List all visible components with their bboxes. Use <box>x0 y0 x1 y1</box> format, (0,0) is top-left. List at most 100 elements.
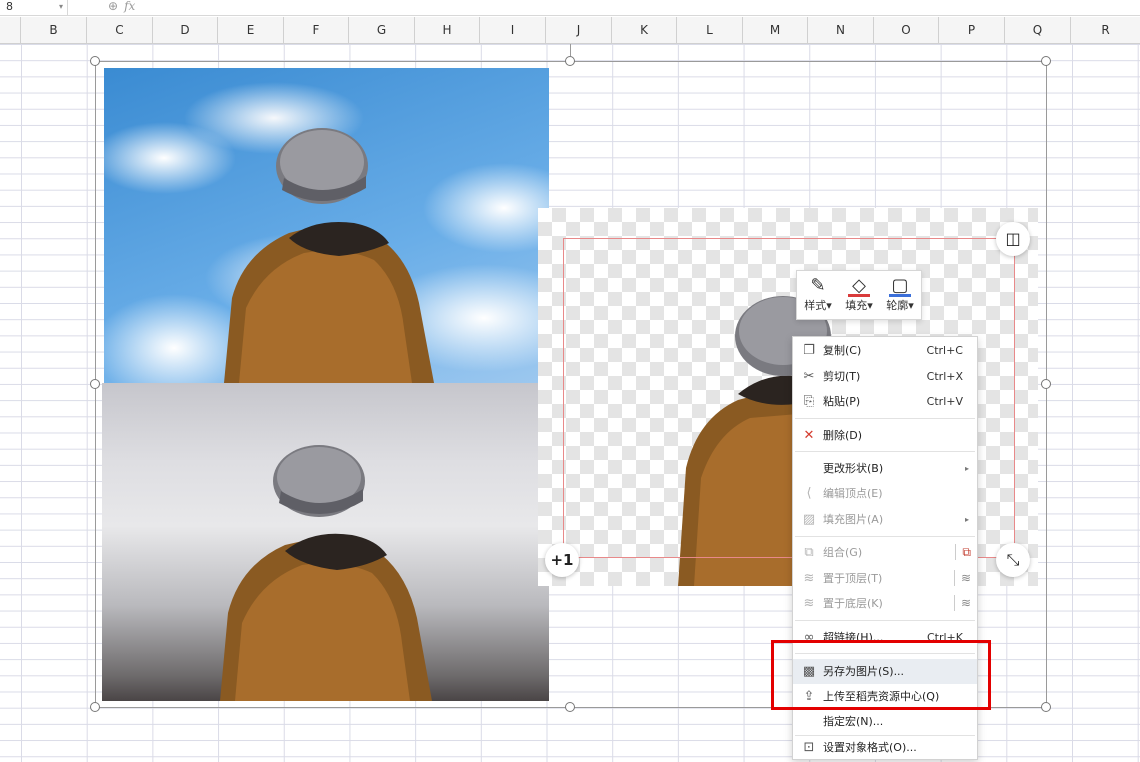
column-header-b[interactable]: B <box>21 17 87 44</box>
resize-handle-mr[interactable] <box>1041 379 1051 389</box>
fog-photo[interactable] <box>102 383 549 701</box>
name-box-value: 8 <box>6 0 13 13</box>
red-highlight-box <box>771 640 991 710</box>
menu-item-send-back[interactable]: ≋ 置于底层(K) ≋ <box>793 591 977 616</box>
menu-item-group[interactable]: ⧉ 组合(G) ⧉ <box>793 540 977 565</box>
column-header-h[interactable]: H <box>415 17 480 44</box>
column-header-g[interactable]: G <box>349 17 415 44</box>
menu-item-delete-label: 删除(D) <box>823 429 863 442</box>
menu-item-send-back-label: 置于底层(K) <box>823 597 883 610</box>
brush-icon: ✎ <box>810 275 826 296</box>
resize-handle-tc[interactable] <box>565 56 575 66</box>
plus-one-button[interactable]: +1 <box>545 543 579 577</box>
scissors-icon: ✂ <box>803 369 815 384</box>
column-header-o[interactable]: O <box>874 17 939 44</box>
name-box[interactable]: 8 ▾ <box>0 0 68 15</box>
fill-button[interactable]: ◇ 填充▾ <box>840 273 878 319</box>
send-back-icon: ≋ <box>803 596 815 611</box>
fill-label: 填充 <box>845 299 868 312</box>
resize-handle-ml[interactable] <box>90 379 100 389</box>
send-backward-icon[interactable]: ≋ <box>953 595 971 611</box>
column-header-c[interactable]: C <box>87 17 153 44</box>
menu-item-paste-shortcut: Ctrl+V <box>926 395 963 408</box>
menu-item-fill-picture[interactable]: ▨ 填充图片(A) ▸ <box>793 507 977 532</box>
bring-front-icon: ≋ <box>803 571 815 586</box>
menu-item-cut-label: 剪切(T) <box>823 370 861 383</box>
column-header: B C D E F G H I J K L M N O P Q R <box>0 17 1140 44</box>
menu-separator <box>795 418 975 419</box>
column-header-q[interactable]: Q <box>1005 17 1071 44</box>
resize-handle-bl[interactable] <box>90 702 100 712</box>
outline-icon: ▢ <box>889 273 911 297</box>
person-figure-fog <box>220 445 432 701</box>
menu-item-cut[interactable]: ✂ 剪切(T) Ctrl+X <box>793 364 977 389</box>
menu-item-copy-label: 复制(C) <box>823 344 862 357</box>
resize-handle-tr[interactable] <box>1041 56 1051 66</box>
menu-item-copy-shortcut: Ctrl+C <box>926 344 963 357</box>
chevron-down-icon[interactable]: ▾ <box>59 0 63 14</box>
resize-handle-tl[interactable] <box>90 56 100 66</box>
delete-icon: ✕ <box>803 428 815 443</box>
menu-item-paste-label: 粘贴(P) <box>823 395 861 408</box>
menu-separator <box>795 451 975 452</box>
menu-separator <box>795 536 975 537</box>
menu-item-bring-front-label: 置于顶层(T) <box>823 572 883 585</box>
copy-icon: ❐ <box>803 343 815 358</box>
fx-label[interactable]: fx <box>124 0 135 13</box>
chevron-right-icon: ▸ <box>964 515 969 524</box>
ungroup-icon[interactable]: ⧉ <box>955 544 971 560</box>
outline-button[interactable]: ▢ 轮廓▾ <box>881 273 919 319</box>
menu-item-format-object-label: 设置对象格式(O)... <box>823 741 917 754</box>
bring-forward-icon[interactable]: ≋ <box>953 570 971 586</box>
person-figure-sky <box>224 128 434 383</box>
format-object-icon: ⊡ <box>803 740 815 755</box>
menu-item-fill-picture-label: 填充图片(A) <box>823 513 884 526</box>
rotate-stem <box>570 44 571 56</box>
menu-item-format-object[interactable]: ⊡ 设置对象格式(O)... <box>793 735 977 760</box>
spreadsheet-window: 8 ▾ ⊕ fx B C D E F G H I J K L M N O P Q … <box>0 0 1140 762</box>
menu-item-delete[interactable]: ✕ 删除(D) <box>793 423 977 448</box>
style-button[interactable]: ✎ 样式▾ <box>799 273 837 319</box>
fill-picture-icon: ▨ <box>802 512 816 527</box>
sky-photo[interactable] <box>104 68 549 383</box>
paint-bucket-icon: ◇ <box>848 273 870 297</box>
paste-icon: ⎘ <box>803 394 815 409</box>
corner-cell[interactable] <box>0 17 21 44</box>
menu-item-change-shape[interactable]: 更改形状(B) ▸ <box>793 456 977 481</box>
menu-item-edit-points[interactable]: ⟨ 编辑顶点(E) <box>793 481 977 506</box>
floating-toolbar: ✎ 样式▾ ◇ 填充▾ ▢ 轮廓▾ <box>796 270 922 320</box>
menu-item-edit-points-label: 编辑顶点(E) <box>823 487 883 500</box>
group-icon: ⧉ <box>804 545 814 560</box>
menu-item-paste[interactable]: ⎘ 粘贴(P) Ctrl+V <box>793 389 977 414</box>
menu-item-assign-macro[interactable]: 指定宏(N)... <box>793 709 977 734</box>
edit-points-icon: ⟨ <box>806 486 812 501</box>
menu-item-cut-shortcut: Ctrl+X <box>926 370 963 383</box>
column-header-k[interactable]: K <box>612 17 677 44</box>
plus-one-label: +1 <box>550 551 574 569</box>
chevron-right-icon: ▸ <box>964 464 969 473</box>
fx-area: ⊕ fx <box>108 0 135 13</box>
column-header-l[interactable]: L <box>677 17 743 44</box>
column-header-m[interactable]: M <box>743 17 808 44</box>
resize-handle-bc[interactable] <box>565 702 575 712</box>
menu-item-copy[interactable]: ❐ 复制(C) Ctrl+C <box>793 338 977 363</box>
menu-item-change-shape-label: 更改形状(B) <box>823 462 884 475</box>
resize-handle-br[interactable] <box>1041 702 1051 712</box>
zoom-icon[interactable]: ⊕ <box>108 0 118 13</box>
resize-arrows-icon[interactable]: ⤡ <box>996 543 1030 577</box>
menu-separator <box>795 620 975 621</box>
formula-bar: 8 ▾ ⊕ fx <box>0 0 1140 16</box>
menu-item-bring-front[interactable]: ≋ 置于顶层(T) ≋ <box>793 566 977 591</box>
outline-label: 轮廓 <box>886 299 909 312</box>
column-header-i[interactable]: I <box>480 17 546 44</box>
split-view-icon[interactable]: ◫ <box>996 222 1030 256</box>
column-header-n[interactable]: N <box>808 17 874 44</box>
column-header-e[interactable]: E <box>218 17 284 44</box>
style-label: 样式 <box>804 299 827 312</box>
column-header-j[interactable]: J <box>546 17 612 44</box>
column-header-r[interactable]: R <box>1071 17 1140 44</box>
column-header-d[interactable]: D <box>153 17 218 44</box>
column-header-f[interactable]: F <box>284 17 349 44</box>
menu-item-assign-macro-label: 指定宏(N)... <box>823 715 884 728</box>
column-header-p[interactable]: P <box>939 17 1005 44</box>
